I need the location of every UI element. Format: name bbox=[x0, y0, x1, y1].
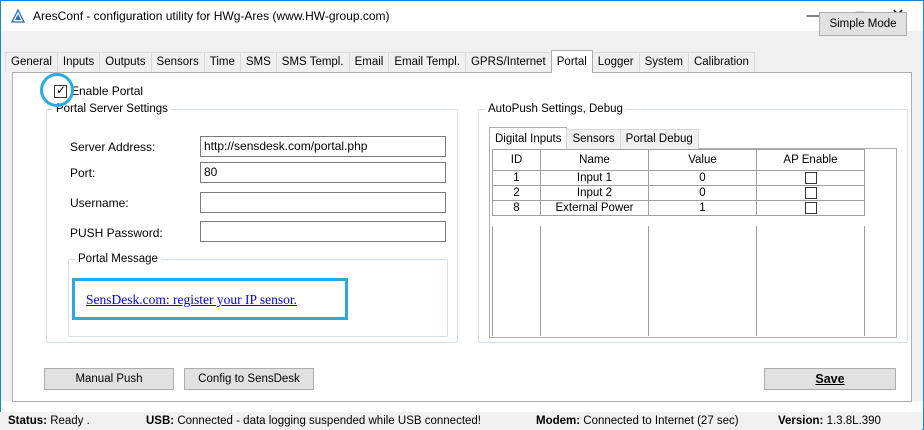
usb-label: USB: bbox=[146, 415, 175, 427]
push-password-label: PUSH Password: bbox=[70, 226, 163, 240]
cell-name: Input 1 bbox=[540, 170, 649, 186]
save-button[interactable]: Save bbox=[764, 368, 896, 390]
ap-enable-checkbox[interactable] bbox=[804, 186, 817, 199]
tab-system[interactable]: System bbox=[638, 52, 689, 72]
table-row[interactable]: 8 External Power 1 bbox=[492, 200, 865, 216]
status-value: Ready . bbox=[50, 415, 90, 427]
version-label: Version: bbox=[778, 415, 824, 427]
cell-name: External Power bbox=[540, 200, 649, 216]
port-label: Port: bbox=[70, 166, 96, 180]
highlight-circle bbox=[40, 73, 74, 107]
portal-message-link[interactable]: SensDesk.com: register your IP sensor. bbox=[86, 292, 297, 308]
status-bar: Status: Ready . USB: Connected - data lo… bbox=[0, 412, 922, 430]
version-value: 1.3.8L.390 bbox=[826, 415, 881, 427]
server-address-input[interactable]: http://sensdesk.com/portal.php bbox=[200, 136, 446, 157]
window-title: AresConf - configuration utility for HWg… bbox=[33, 9, 390, 23]
enable-portal-label: Enable Portal bbox=[71, 84, 144, 98]
tab-portal[interactable]: Portal bbox=[550, 50, 593, 73]
modem-field: Modem: Connected to Internet (27 sec) bbox=[536, 412, 739, 430]
ap-enable-checkbox[interactable] bbox=[804, 171, 817, 184]
tab-time[interactable]: Time bbox=[203, 52, 241, 72]
tab-calibration[interactable]: Calibration bbox=[687, 52, 755, 72]
grid-line bbox=[540, 226, 541, 336]
column-header[interactable]: AP Enable bbox=[756, 149, 865, 171]
username-label: Username: bbox=[70, 196, 129, 210]
autopush-settings-title: AutoPush Settings, Debug bbox=[488, 103, 623, 115]
table-header-row: ID Name Value AP Enable bbox=[492, 149, 865, 171]
tab-email[interactable]: Email bbox=[348, 52, 390, 72]
port-input[interactable]: 80 bbox=[200, 162, 446, 183]
cell-ap-enable bbox=[756, 185, 865, 201]
modem-label: Modem: bbox=[536, 415, 581, 427]
usb-value: Connected - data logging suspended while… bbox=[177, 415, 482, 427]
config-to-sensdesk-button[interactable]: Config to SensDesk bbox=[184, 368, 314, 390]
cell-name: Input 2 bbox=[540, 185, 649, 201]
grid-line bbox=[648, 226, 649, 336]
title-bar[interactable]: AresConf - configuration utility for HWg… bbox=[1, 1, 923, 31]
column-header[interactable]: ID bbox=[492, 149, 541, 171]
column-header[interactable]: Value bbox=[648, 149, 757, 171]
cell-value: 0 bbox=[648, 185, 757, 201]
warning-triangle-icon bbox=[11, 9, 25, 23]
status-label: Status: bbox=[8, 415, 47, 427]
subtab-sensors[interactable]: Sensors bbox=[566, 129, 621, 149]
subtab-portal-debug[interactable]: Portal Debug bbox=[619, 129, 699, 149]
main-tab-strip: General Inputs Outputs Sensors Time SMS SMS Te… bbox=[5, 50, 755, 73]
column-header[interactable]: Name bbox=[540, 149, 649, 171]
portal-server-settings-title: Portal Server Settings bbox=[56, 103, 168, 115]
portal-message-title: Portal Message bbox=[78, 253, 158, 265]
tab-outputs[interactable]: Outputs bbox=[99, 52, 152, 72]
server-address-label: Server Address: bbox=[70, 140, 156, 154]
tab-sms-templ[interactable]: SMS Templ. bbox=[275, 52, 350, 72]
status-field: Status: Ready . bbox=[8, 412, 90, 430]
ap-enable-checkbox[interactable] bbox=[804, 201, 817, 214]
table-row[interactable]: 2 Input 20 bbox=[492, 185, 865, 201]
cell-ap-enable bbox=[756, 200, 865, 216]
digital-inputs-table: ID Name Value AP Enable 1 Input 1 0 2 Input 208… bbox=[492, 149, 865, 216]
autopush-tab-strip: Digital Inputs Sensors Portal Debug bbox=[489, 127, 699, 150]
tab-email-templ[interactable]: Email Templ. bbox=[388, 52, 466, 72]
cell-id: 1 bbox=[492, 170, 541, 186]
modem-value: Connected to Internet (27 sec) bbox=[583, 415, 739, 427]
subtab-digital-inputs[interactable]: Digital Inputs bbox=[489, 127, 568, 150]
push-password-input[interactable] bbox=[200, 221, 446, 242]
tab-sms[interactable]: SMS bbox=[239, 52, 277, 72]
tab-logger[interactable]: Logger bbox=[591, 52, 640, 72]
tab-general[interactable]: General bbox=[5, 52, 58, 72]
manual-push-button[interactable]: Manual Push bbox=[44, 368, 174, 390]
simple-mode-button[interactable]: Simple Mode bbox=[819, 12, 907, 36]
grid-line bbox=[756, 226, 757, 336]
tab-gprs-internet[interactable]: GPRS/Internet bbox=[464, 52, 552, 72]
grid-line bbox=[492, 226, 493, 336]
cell-id: 2 bbox=[492, 185, 541, 201]
usb-field: USB: Connected - data logging suspended … bbox=[146, 412, 481, 430]
cell-value: 0 bbox=[648, 170, 757, 186]
grid-line bbox=[864, 226, 865, 336]
version-field: Version: 1.3.8L.390 bbox=[778, 412, 881, 430]
cell-id: 8 bbox=[492, 200, 541, 216]
username-input[interactable] bbox=[200, 192, 446, 213]
tab-sensors[interactable]: Sensors bbox=[150, 52, 205, 72]
cell-value: 1 bbox=[648, 200, 757, 216]
table-row[interactable]: 1 Input 10 bbox=[492, 170, 865, 186]
tab-inputs[interactable]: Inputs bbox=[56, 52, 101, 72]
cell-ap-enable bbox=[756, 170, 865, 186]
